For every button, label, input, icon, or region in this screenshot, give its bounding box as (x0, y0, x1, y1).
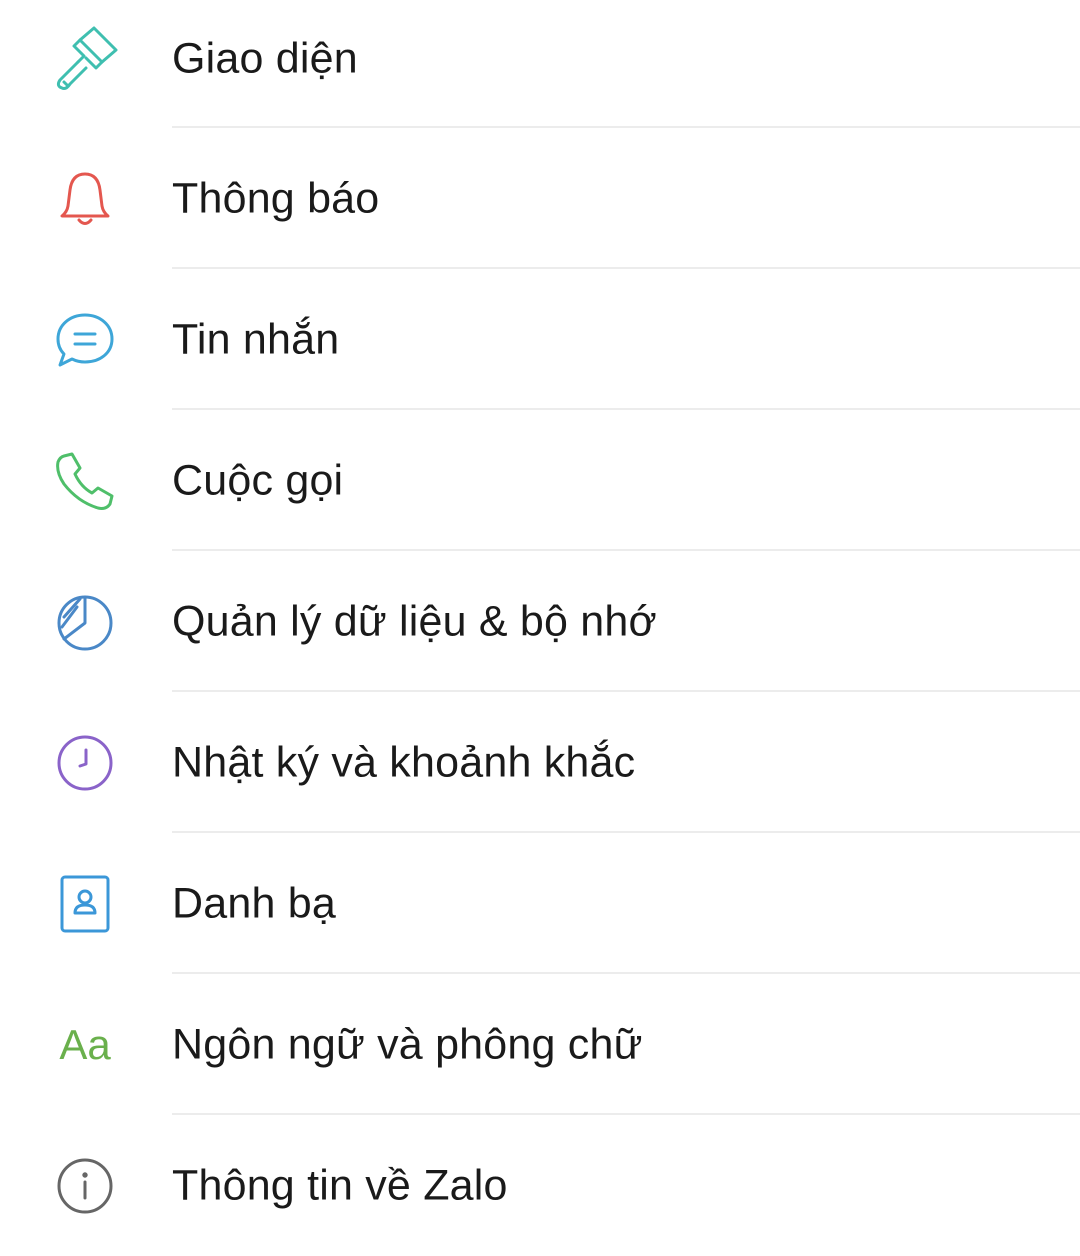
info-icon (50, 1151, 120, 1221)
settings-item-label: Danh bạ (172, 879, 336, 927)
settings-item-messages[interactable]: Tin nhắn (0, 269, 1080, 410)
settings-item-data-storage[interactable]: Quản lý dữ liệu & bộ nhớ (0, 551, 1080, 692)
settings-item-label: Cuộc gọi (172, 456, 344, 504)
paint-roller-icon (50, 24, 120, 94)
settings-item-timeline[interactable]: Nhật ký và khoảnh khắc (0, 692, 1080, 833)
settings-item-calls[interactable]: Cuộc gọi (0, 410, 1080, 551)
phone-icon (50, 446, 120, 516)
settings-item-label: Thông báo (172, 174, 380, 222)
settings-item-label: Quản lý dữ liệu & bộ nhớ (172, 597, 657, 645)
contact-card-icon (50, 869, 120, 939)
settings-item-label: Giao diện (172, 34, 358, 82)
settings-item-label: Tin nhắn (172, 315, 340, 363)
settings-item-language-font[interactable]: Aa Ngôn ngữ và phông chữ (0, 974, 1080, 1115)
settings-item-about-zalo[interactable]: Thông tin về Zalo (0, 1115, 1080, 1256)
font-aa-icon: Aa (59, 1020, 111, 1068)
chat-bubble-icon (50, 305, 120, 375)
settings-list: Giao diện Thông báo Tin nhắn Cuộc gọi Qu… (0, 0, 1080, 1237)
bell-icon (50, 164, 120, 234)
clock-icon (50, 728, 120, 798)
settings-item-appearance[interactable]: Giao diện (0, 0, 1080, 129)
settings-item-label: Nhật ký và khoảnh khắc (172, 738, 636, 786)
settings-item-label: Ngôn ngữ và phông chữ (172, 1020, 643, 1068)
settings-item-notifications[interactable]: Thông báo (0, 128, 1080, 269)
settings-item-contacts[interactable]: Danh bạ (0, 833, 1080, 974)
settings-item-label: Thông tin về Zalo (172, 1161, 508, 1209)
pie-chart-icon (50, 587, 120, 657)
